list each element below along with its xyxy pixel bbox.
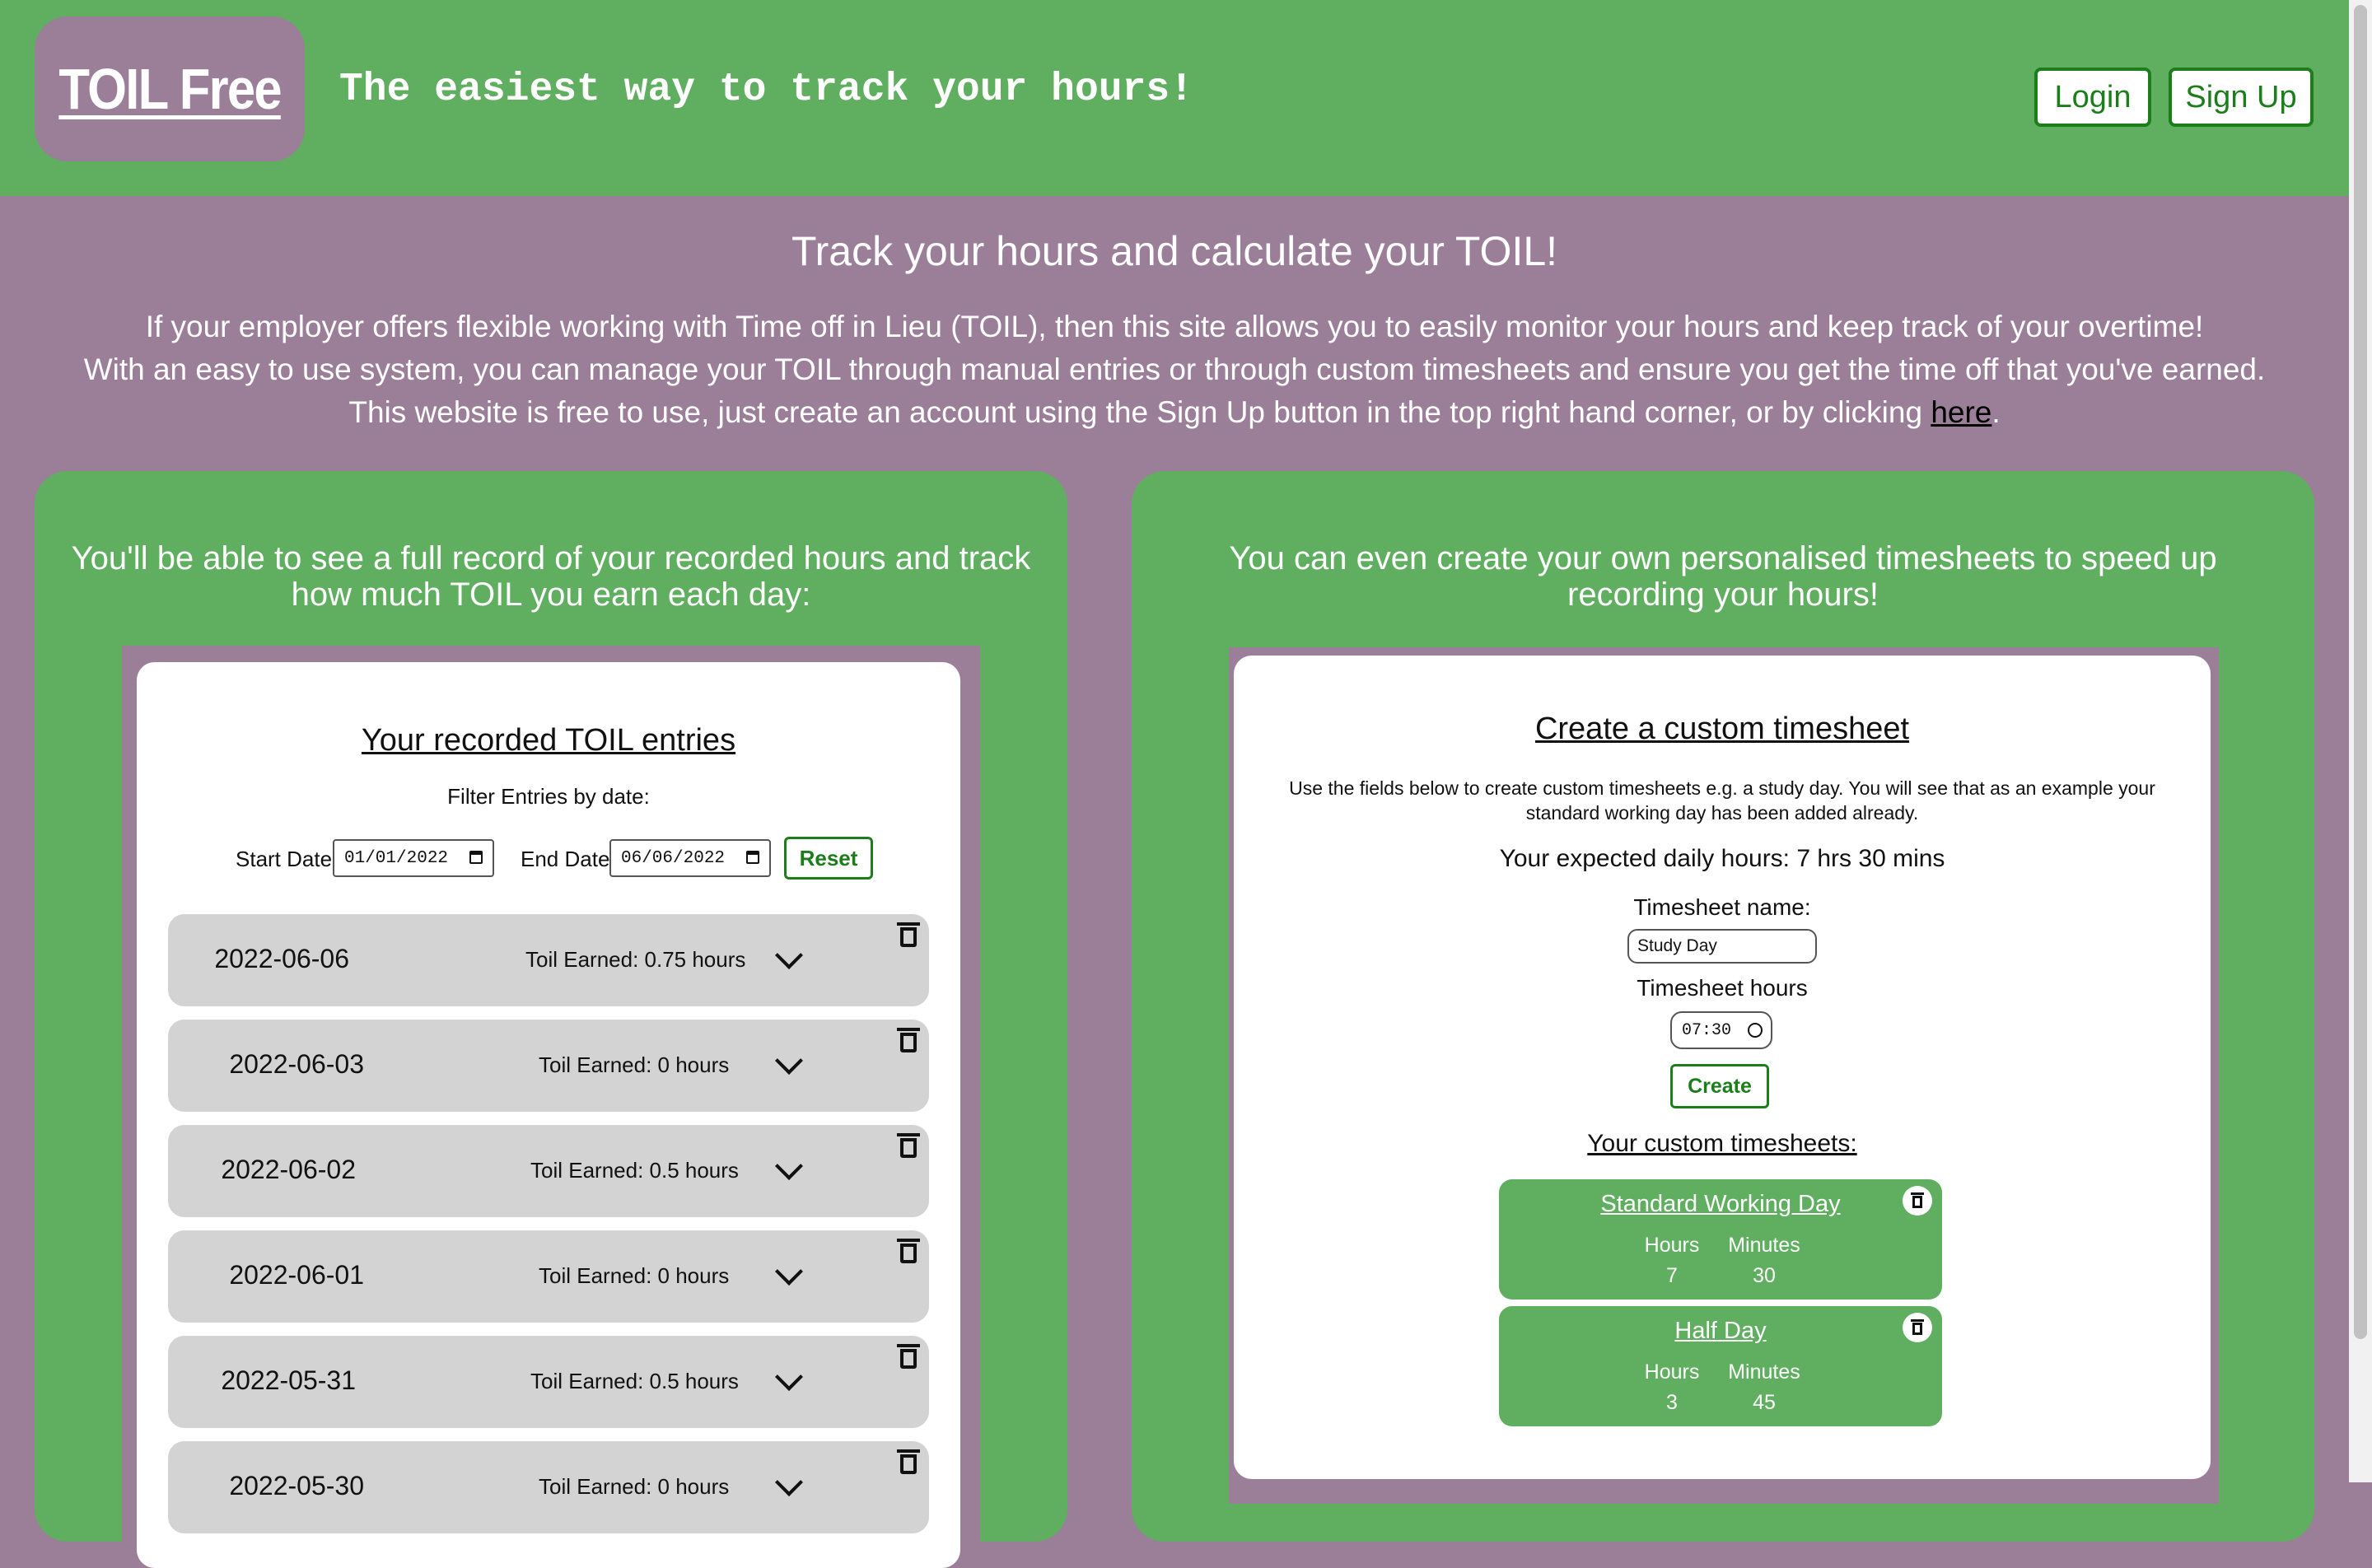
chevron-down-icon[interactable] [775,1152,803,1180]
toil-entry[interactable]: 2022-06-02 Toil Earned: 0.5 hours [168,1125,929,1217]
intro-line-3-text: This website is free to use, just create… [348,395,1931,429]
toil-entry[interactable]: 2022-06-01 Toil Earned: 0 hours [168,1230,929,1323]
expected-hours: Your expected daily hours: 7 hrs 30 mins [1499,845,1945,872]
chevron-down-icon[interactable] [775,1363,803,1391]
trash-icon[interactable] [1903,1186,1932,1216]
timesheet-item[interactable]: Standard Working Day Hours 7 Minutes 30 [1499,1179,1942,1300]
timesheet-minutes-col: Minutes 45 [1715,1357,1814,1418]
entries-feature-panel: You'll be able to see a full record of y… [35,471,1067,1568]
custom-timesheets-title: Your custom timesheets: [1587,1130,1857,1157]
entries-card: Your recorded TOIL entries Filter Entrie… [137,662,960,1568]
hours-label: Hours [1644,1360,1700,1384]
entry-toil: Toil Earned: 0.5 hours [530,1158,739,1183]
intro-line-2: With an easy to use system, you can mana… [83,352,2266,386]
hours-value: 7 [1666,1264,1678,1287]
start-date-value: 01/01/2022 [344,848,449,868]
hours-label: Hours [1644,1234,1700,1257]
trash-icon[interactable] [1903,1313,1932,1342]
scrollbar-thumb[interactable] [2354,5,2367,1339]
calendar-icon[interactable] [746,851,759,864]
entry-toil: Toil Earned: 0 hours [539,1474,730,1499]
intro-line-1: If your employer offers flexible working… [145,310,2204,343]
trash-icon[interactable] [897,1133,920,1158]
timesheet-title: Create a custom timesheet [1534,712,1910,746]
trash-icon[interactable] [897,1028,920,1052]
timesheet-hours-value: 07:30 [1682,1020,1732,1040]
hours-value: 3 [1666,1391,1678,1414]
login-button[interactable]: Login [2034,68,2151,127]
entry-date: 2022-06-01 [229,1260,364,1290]
entries-feature-caption: You'll be able to see a full record of y… [71,540,1031,613]
timesheet-feature-caption: You can even create your own personalise… [1229,540,2217,613]
entry-date: 2022-06-06 [214,944,349,973]
entries-title: Your recorded TOIL entries [361,723,736,758]
clock-icon[interactable] [1748,1023,1763,1038]
start-date-label: Start Date: [236,847,339,871]
minutes-value: 30 [1753,1264,1776,1287]
create-button[interactable]: Create [1670,1064,1769,1108]
filter-label: Filter Entries by date: [447,784,650,809]
minutes-label: Minutes [1728,1234,1800,1257]
timesheet-item[interactable]: Half Day Hours 3 Minutes 45 [1499,1306,1942,1426]
end-date-label: End Date: [521,847,616,871]
timesheet-hours-input[interactable]: 07:30 [1670,1011,1772,1049]
minutes-value: 45 [1753,1391,1776,1414]
page-scrollbar[interactable] [2349,0,2372,1482]
timesheet-hours-col: Hours 7 [1623,1230,1721,1291]
timesheet-name-input[interactable]: Study Day [1627,929,1817,964]
site-header: TOIL Free The easiest way to track your … [0,0,2349,196]
chevron-down-icon[interactable] [775,1047,803,1075]
end-date-input[interactable]: 06/06/2022 [609,839,771,877]
chevron-down-icon[interactable] [775,941,803,969]
trash-icon[interactable] [897,1449,920,1474]
entry-date: 2022-06-02 [221,1155,356,1184]
entry-toil: Toil Earned: 0.5 hours [530,1369,739,1393]
timesheet-hours-label: Timesheet hours [1637,975,1808,1001]
entry-toil: Toil Earned: 0 hours [539,1052,730,1077]
signup-here-link[interactable]: here [1931,395,1991,429]
timesheet-feature-panel: You can even create your own personalise… [1132,471,2314,1542]
minutes-label: Minutes [1728,1360,1800,1384]
chevron-down-icon[interactable] [775,1258,803,1286]
toil-entry[interactable]: 2022-06-03 Toil Earned: 0 hours [168,1020,929,1112]
end-date-value: 06/06/2022 [621,848,726,868]
toil-entry[interactable]: 2022-06-06 Toil Earned: 0.75 hours [168,914,929,1006]
entry-toil: Toil Earned: 0 hours [539,1263,730,1288]
timesheet-item-name[interactable]: Half Day [1499,1318,1942,1345]
timesheet-card: Create a custom timesheet Use the fields… [1234,656,2211,1479]
signup-button[interactable]: Sign Up [2169,68,2314,127]
calendar-icon[interactable] [469,851,483,864]
trash-icon[interactable] [897,1239,920,1263]
toil-entry[interactable]: 2022-05-30 Toil Earned: 0 hours [168,1441,929,1533]
reset-button[interactable]: Reset [784,837,873,880]
toil-entry[interactable]: 2022-05-31 Toil Earned: 0.5 hours [168,1336,929,1428]
logo-text[interactable]: TOIL Free [58,56,282,122]
entry-toil: Toil Earned: 0.75 hours [525,947,746,972]
trash-icon[interactable] [897,922,920,947]
chevron-down-icon[interactable] [775,1468,803,1496]
timesheet-name-label: Timesheet name: [1633,894,1811,920]
logo[interactable]: TOIL Free [35,16,305,161]
intro-line-3: This website is free to use, just create… [0,395,2349,430]
entry-date: 2022-05-31 [221,1365,356,1395]
trash-icon[interactable] [897,1344,920,1369]
timesheet-description: Use the fields below to create custom ti… [1289,777,2155,824]
tagline: The easiest way to track your hours! [339,68,1193,112]
entry-date: 2022-06-03 [229,1049,364,1079]
intro-title: Track your hours and calculate your TOIL… [791,228,1558,274]
start-date-input[interactable]: 01/01/2022 [333,839,494,877]
timesheet-minutes-col: Minutes 30 [1715,1230,1814,1291]
timesheet-hours-col: Hours 3 [1623,1357,1721,1418]
intro-line-3-end: . [1991,395,2001,429]
entry-date: 2022-05-30 [229,1471,364,1500]
timesheet-item-name[interactable]: Standard Working Day [1499,1191,1942,1218]
